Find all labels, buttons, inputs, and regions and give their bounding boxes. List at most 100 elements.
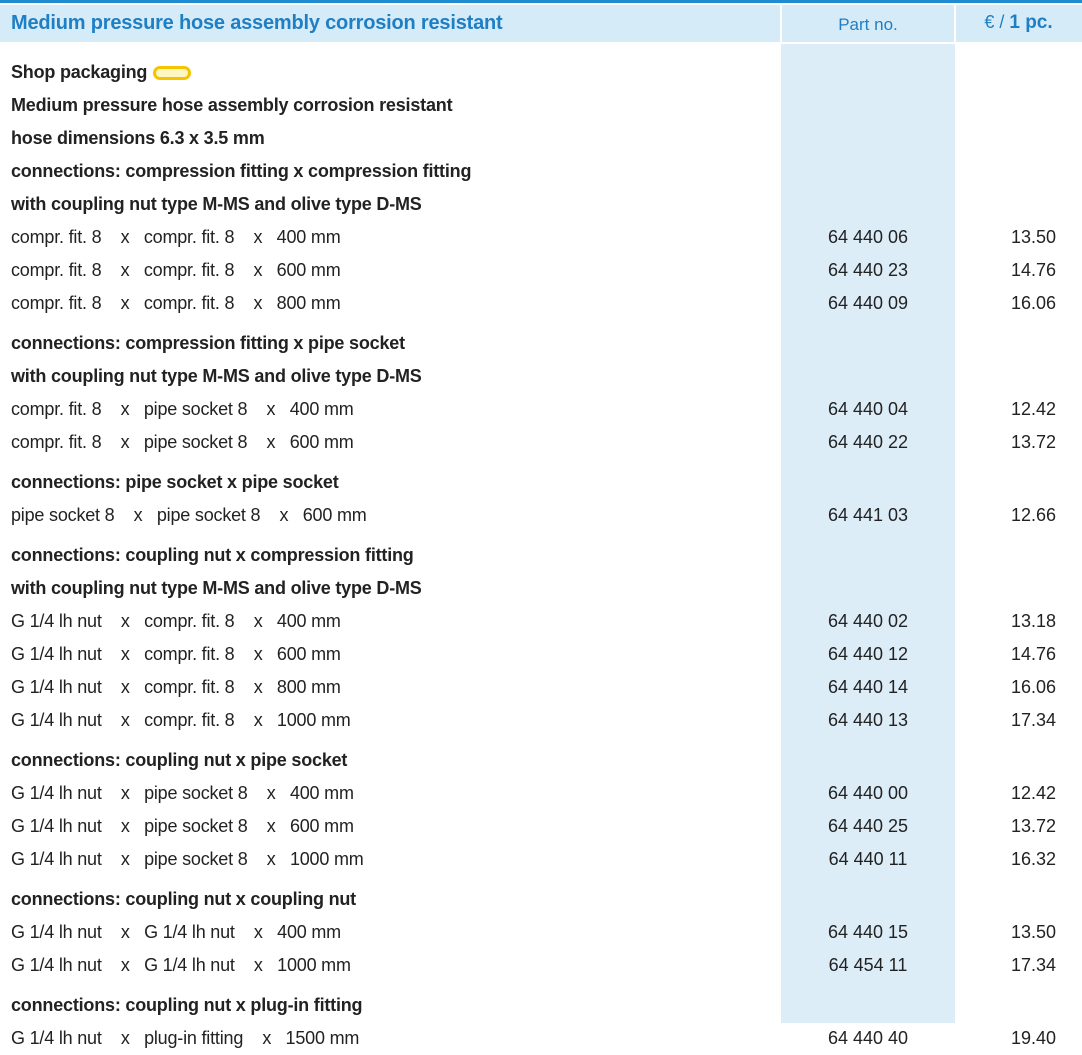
table-row: compr. fit. 8 x pipe socket 8 x 600 mm 64…	[0, 426, 1082, 459]
section-heading: with coupling nut type M-MS and olive ty…	[0, 188, 1082, 221]
row-price: 13.72	[1010, 816, 1056, 836]
row-description: compr. fit. 8 x pipe socket 8 x 400 mm	[11, 399, 354, 419]
intro-text: hose dimensions 6.3 x 3.5 mm	[11, 128, 265, 148]
row-description: G 1/4 lh nut x G 1/4 lh nut x 1000 mm	[11, 955, 351, 975]
section-heading: connections: pipe socket x pipe socket	[0, 466, 1082, 499]
shop-packaging-label: Shop packaging	[11, 62, 192, 83]
row-part-number: 64 440 00	[827, 783, 909, 803]
section-heading: connections: compression fitting x pipe …	[0, 327, 1082, 360]
row-part-number: 64 440 25	[827, 816, 909, 836]
section-heading-text: connections: coupling nut x coupling nut	[11, 889, 356, 909]
row-description: compr. fit. 8 x compr. fit. 8 x 600 mm	[11, 260, 341, 280]
row-part-number: 64 440 02	[827, 611, 909, 631]
section-heading: connections: coupling nut x coupling nut	[0, 883, 1082, 916]
row-part-number: 64 441 03	[827, 505, 909, 525]
table-row: G 1/4 lh nut x pipe socket 8 x 400 mm 64 …	[0, 777, 1082, 810]
header-divider	[780, 5, 782, 42]
row-price: 13.50	[1010, 922, 1056, 942]
section-heading: connections: coupling nut x compression …	[0, 539, 1082, 572]
table-row: compr. fit. 8 x compr. fit. 8 x 800 mm 64…	[0, 287, 1082, 320]
row-price: 16.06	[1010, 293, 1056, 313]
row-price: 14.76	[1010, 260, 1056, 280]
section-heading-text: connections: coupling nut x compression …	[11, 545, 414, 565]
row-description: G 1/4 lh nut x plug-in fitting x 1500 mm	[11, 1028, 360, 1048]
shop-packaging-line: Shop packaging	[0, 56, 1082, 89]
table-row: G 1/4 lh nut x pipe socket 8 x 1000 mm 64…	[0, 843, 1082, 876]
section-heading-text: connections: pipe socket x pipe socket	[11, 472, 339, 492]
row-price: 12.42	[1010, 399, 1056, 419]
table-row: G 1/4 lh nut x compr. fit. 8 x 800 mm 64 …	[0, 671, 1082, 704]
section-heading: connections: coupling nut x pipe socket	[0, 744, 1082, 777]
packaging-icon	[153, 66, 192, 80]
row-description: G 1/4 lh nut x compr. fit. 8 x 800 mm	[11, 677, 341, 697]
section-heading: connections: compression fitting x compr…	[0, 155, 1082, 188]
table-row: G 1/4 lh nut x compr. fit. 8 x 400 mm 64 …	[0, 605, 1082, 638]
row-price: 12.66	[1010, 505, 1056, 525]
row-description: G 1/4 lh nut x pipe socket 8 x 1000 mm	[11, 849, 364, 869]
section-heading: connections: coupling nut x plug-in fitt…	[0, 989, 1082, 1022]
row-price: 16.06	[1010, 677, 1056, 697]
table-row: G 1/4 lh nut x plug-in fitting x 1500 mm…	[0, 1022, 1082, 1055]
table-row: G 1/4 lh nut x compr. fit. 8 x 600 mm 64 …	[0, 638, 1082, 671]
row-description: G 1/4 lh nut x G 1/4 lh nut x 400 mm	[11, 922, 341, 942]
row-price: 14.76	[1010, 644, 1056, 664]
row-description: compr. fit. 8 x compr. fit. 8 x 400 mm	[11, 227, 341, 247]
row-price: 16.32	[1010, 849, 1056, 869]
price-list-sheet: Medium pressure hose assembly corrosion …	[0, 0, 1082, 1048]
row-description: G 1/4 lh nut x compr. fit. 8 x 1000 mm	[11, 710, 351, 730]
section-heading-text: connections: compression fitting x compr…	[11, 161, 472, 181]
row-part-number: 64 440 14	[827, 677, 909, 697]
row-part-number: 64 440 22	[827, 432, 909, 452]
row-part-number: 64 454 11	[828, 955, 908, 975]
section-heading: with coupling nut type M-MS and olive ty…	[0, 572, 1082, 605]
row-part-number: 64 440 09	[827, 293, 909, 313]
table-row: pipe socket 8 x pipe socket 8 x 600 mm 64…	[0, 499, 1082, 532]
section-heading-text: with coupling nut type M-MS and olive ty…	[11, 194, 422, 214]
row-price: 13.72	[1010, 432, 1056, 452]
part-no-column-header: Part no.	[838, 15, 898, 34]
row-price: 17.34	[1010, 955, 1056, 975]
intro-line: Medium pressure hose assembly corrosion …	[0, 89, 1082, 122]
row-part-number: 64 440 11	[828, 849, 908, 869]
row-part-number: 64 440 15	[827, 922, 909, 942]
table-title: Medium pressure hose assembly corrosion …	[11, 12, 503, 34]
row-description: compr. fit. 8 x pipe socket 8 x 600 mm	[11, 432, 354, 452]
row-part-number: 64 440 23	[827, 260, 909, 280]
row-description: G 1/4 lh nut x pipe socket 8 x 600 mm	[11, 816, 354, 836]
section-heading-text: connections: coupling nut x plug-in fitt…	[11, 995, 363, 1015]
table-row: G 1/4 lh nut x G 1/4 lh nut x 400 mm 64 4…	[0, 916, 1082, 949]
section-heading-text: connections: coupling nut x pipe socket	[11, 750, 348, 770]
intro-line: hose dimensions 6.3 x 3.5 mm	[0, 122, 1082, 155]
table-row: G 1/4 lh nut x pipe socket 8 x 600 mm 64 …	[0, 810, 1082, 843]
row-description: G 1/4 lh nut x compr. fit. 8 x 600 mm	[11, 644, 341, 664]
row-description: G 1/4 lh nut x pipe socket 8 x 400 mm	[11, 783, 354, 803]
row-description: compr. fit. 8 x compr. fit. 8 x 800 mm	[11, 293, 341, 313]
row-part-number: 64 440 13	[827, 710, 909, 730]
row-price: 13.50	[1010, 227, 1056, 247]
table-row: compr. fit. 8 x compr. fit. 8 x 400 mm 64…	[0, 221, 1082, 254]
table-header: Medium pressure hose assembly corrosion …	[0, 5, 1082, 42]
top-rule	[0, 0, 1082, 3]
section-heading-text: with coupling nut type M-MS and olive ty…	[11, 366, 422, 386]
header-divider	[954, 5, 956, 42]
table-row: compr. fit. 8 x pipe socket 8 x 400 mm 64…	[0, 393, 1082, 426]
row-part-number: 64 440 04	[827, 399, 909, 419]
price-unit-label: 1 pc.	[1009, 12, 1053, 33]
table-row: G 1/4 lh nut x G 1/4 lh nut x 1000 mm 64 …	[0, 949, 1082, 982]
row-price: 12.42	[1010, 783, 1056, 803]
row-part-number: 64 440 06	[827, 227, 909, 247]
row-price: 17.34	[1010, 710, 1056, 730]
price-column-header: € / 1 pc.	[955, 12, 1082, 34]
intro-text: Medium pressure hose assembly corrosion …	[11, 95, 453, 115]
section-heading-text: connections: compression fitting x pipe …	[11, 333, 405, 353]
row-price: 13.18	[1010, 611, 1056, 631]
row-description: pipe socket 8 x pipe socket 8 x 600 mm	[11, 505, 367, 525]
table-row: compr. fit. 8 x compr. fit. 8 x 600 mm 64…	[0, 254, 1082, 287]
row-price: 19.40	[1010, 1028, 1056, 1048]
price-currency-label: € /	[984, 12, 1010, 32]
section-heading: with coupling nut type M-MS and olive ty…	[0, 360, 1082, 393]
section-heading-text: with coupling nut type M-MS and olive ty…	[11, 578, 422, 598]
table-row: G 1/4 lh nut x compr. fit. 8 x 1000 mm 64…	[0, 704, 1082, 737]
row-part-number: 64 440 40	[827, 1028, 909, 1048]
row-part-number: 64 440 12	[827, 644, 909, 664]
